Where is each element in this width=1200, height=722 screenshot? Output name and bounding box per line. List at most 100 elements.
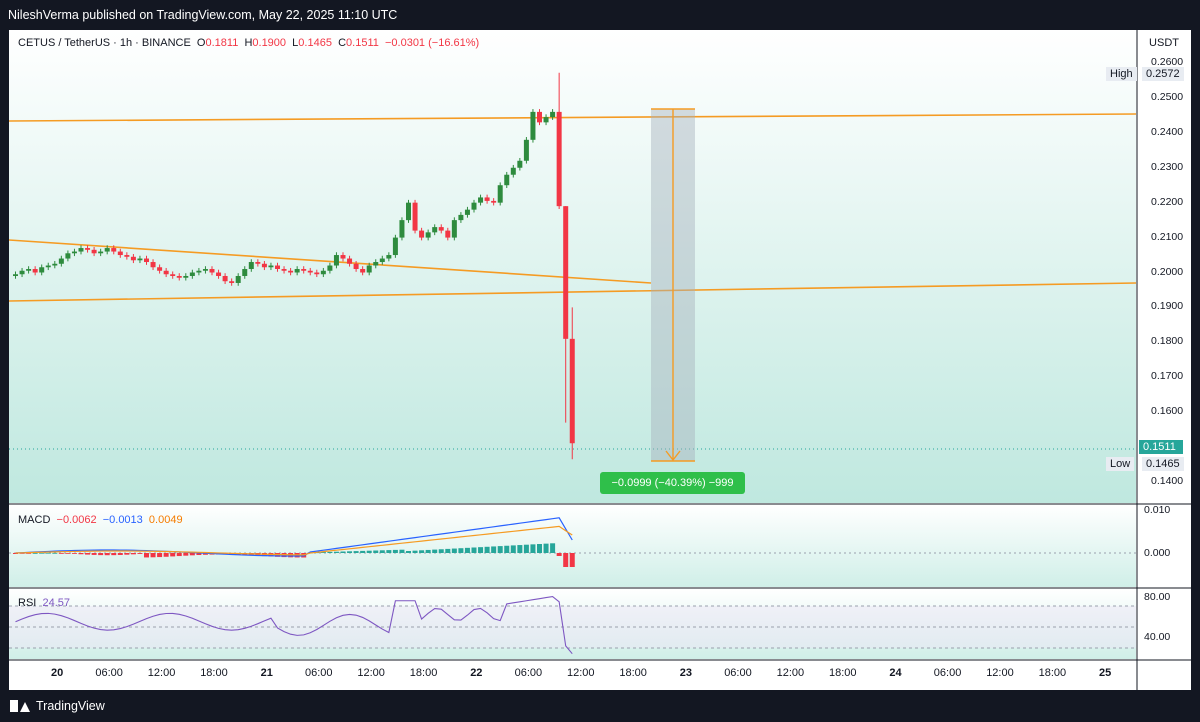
candle-body [170,274,176,276]
price-tick: 0.1600 [1151,405,1184,418]
candle-body [229,281,235,283]
candle-body [327,265,333,271]
candle-body [281,269,287,271]
macd-histogram-bar [85,553,91,555]
macd-histogram-bar [504,545,510,553]
candle-body [386,255,392,259]
candle-body [137,258,143,261]
macd-tick-1: 0.010 [1144,504,1171,516]
candle-body [392,237,398,256]
time-axis-label: 18:00 [619,667,647,679]
macd-histogram-bar [353,551,359,553]
macd-histogram-bar [104,553,110,556]
macd-histogram-bar [491,546,497,553]
candle-body [222,275,228,282]
candle-body [333,255,339,266]
chart-svg[interactable] [9,30,1191,690]
macd-histogram-bar [438,549,444,553]
chart-frame[interactable]: CETUS / TetherUS · 1h · BINANCE O0.1811 … [9,30,1191,690]
macd-histogram-bar [406,551,411,553]
candle-body [464,209,470,215]
candle-body [379,258,385,263]
macd-value-1: −0.0062 [56,514,97,526]
macd-tick-2: 0.000 [1144,547,1171,559]
candle-body [543,117,549,123]
symbol-pair: CETUS / TetherUS · 1h · BINANCE [18,37,191,49]
time-axis-label: 12:00 [147,667,176,679]
macd-histogram-bar [412,550,418,553]
candle-body [399,220,405,238]
candle-body [366,265,372,273]
candle-body [301,269,307,271]
macd-histogram-bar [537,544,542,553]
macd-histogram-bar [419,550,425,553]
macd-histogram-bar [386,550,392,553]
macd-histogram-bar [189,553,195,556]
macd-histogram-bar [523,544,529,553]
candle-body [373,262,379,266]
change-value: −0.0301 (−16.61%) [384,37,480,49]
candle-body [117,251,123,256]
macd-histogram-bar [327,551,333,553]
macd-histogram-bar [379,550,385,553]
candle-body [412,202,418,231]
candle-body [130,256,136,261]
macd-histogram-bar [347,551,353,553]
candle-body [556,111,562,207]
macd-histogram-bar [176,553,182,557]
macd-histogram-bar [163,553,169,557]
candle-body [261,263,267,268]
macd-histogram-bar [478,547,484,553]
candle-body [157,267,163,271]
macd-histogram-bar [543,543,549,553]
symbol-legend[interactable]: CETUS / TetherUS · 1h · BINANCE O0.1811 … [18,37,479,49]
macd-histogram-bar [32,552,38,554]
macd-histogram-bar [111,553,117,556]
macd-histogram-bar [91,553,97,555]
macd-legend[interactable]: MACD −0.0062 −0.0013 0.0049 [18,514,183,526]
candle-body [111,248,117,252]
candle-body [39,267,45,273]
measure-label: −0.0999 (−40.39%) −999 [600,472,745,494]
candle-body [235,275,241,283]
macd-histogram-bar [130,553,136,555]
time-axis-label: 06:00 [724,667,752,679]
publisher-bar: NileshVerma published on TradingView.com… [0,0,1200,30]
candle-body [91,249,97,254]
rsi-value: 24.57 [42,597,70,609]
macd-histogram-bar [52,552,58,554]
macd-histogram-bar [445,548,451,553]
candle-body [563,206,569,339]
candle-body [340,255,346,259]
macd-histogram-bar [144,553,149,558]
rsi-legend[interactable]: RSI 24.57 [18,597,70,609]
close-value: 0.1511 [346,37,379,49]
time-axis-label: 18:00 [409,667,438,679]
candle-body [353,263,359,270]
macd-histogram-bar [150,553,156,558]
candle-body [58,258,64,264]
candle-body [484,197,490,201]
price-tick: 0.1700 [1151,370,1184,383]
candle-body [19,270,25,275]
macd-histogram-bar [157,553,163,558]
price-tick: 0.2300 [1151,160,1184,173]
published-text: NileshVerma published on TradingView.com… [8,8,398,22]
candle-body [451,220,457,238]
time-axis-label: 18:00 [1038,667,1067,679]
time-axis-label: 12:00 [776,667,805,679]
candle-body [497,185,503,203]
macd-histogram-bar [366,550,372,553]
price-tick: 0.2000 [1151,265,1184,278]
time-axis-label: 06:00 [933,667,962,679]
candle-body [458,214,464,221]
time-axis-label: 12:00 [986,667,1014,679]
macd-histogram-bar [78,553,84,555]
candle-body [510,167,516,175]
candle-body [163,270,169,275]
candle-body [144,258,149,263]
macd-value-2: −0.0013 [102,514,143,526]
macd-histogram-bar [432,549,438,553]
candle-body [150,262,156,268]
macd-histogram-bar [550,543,556,553]
